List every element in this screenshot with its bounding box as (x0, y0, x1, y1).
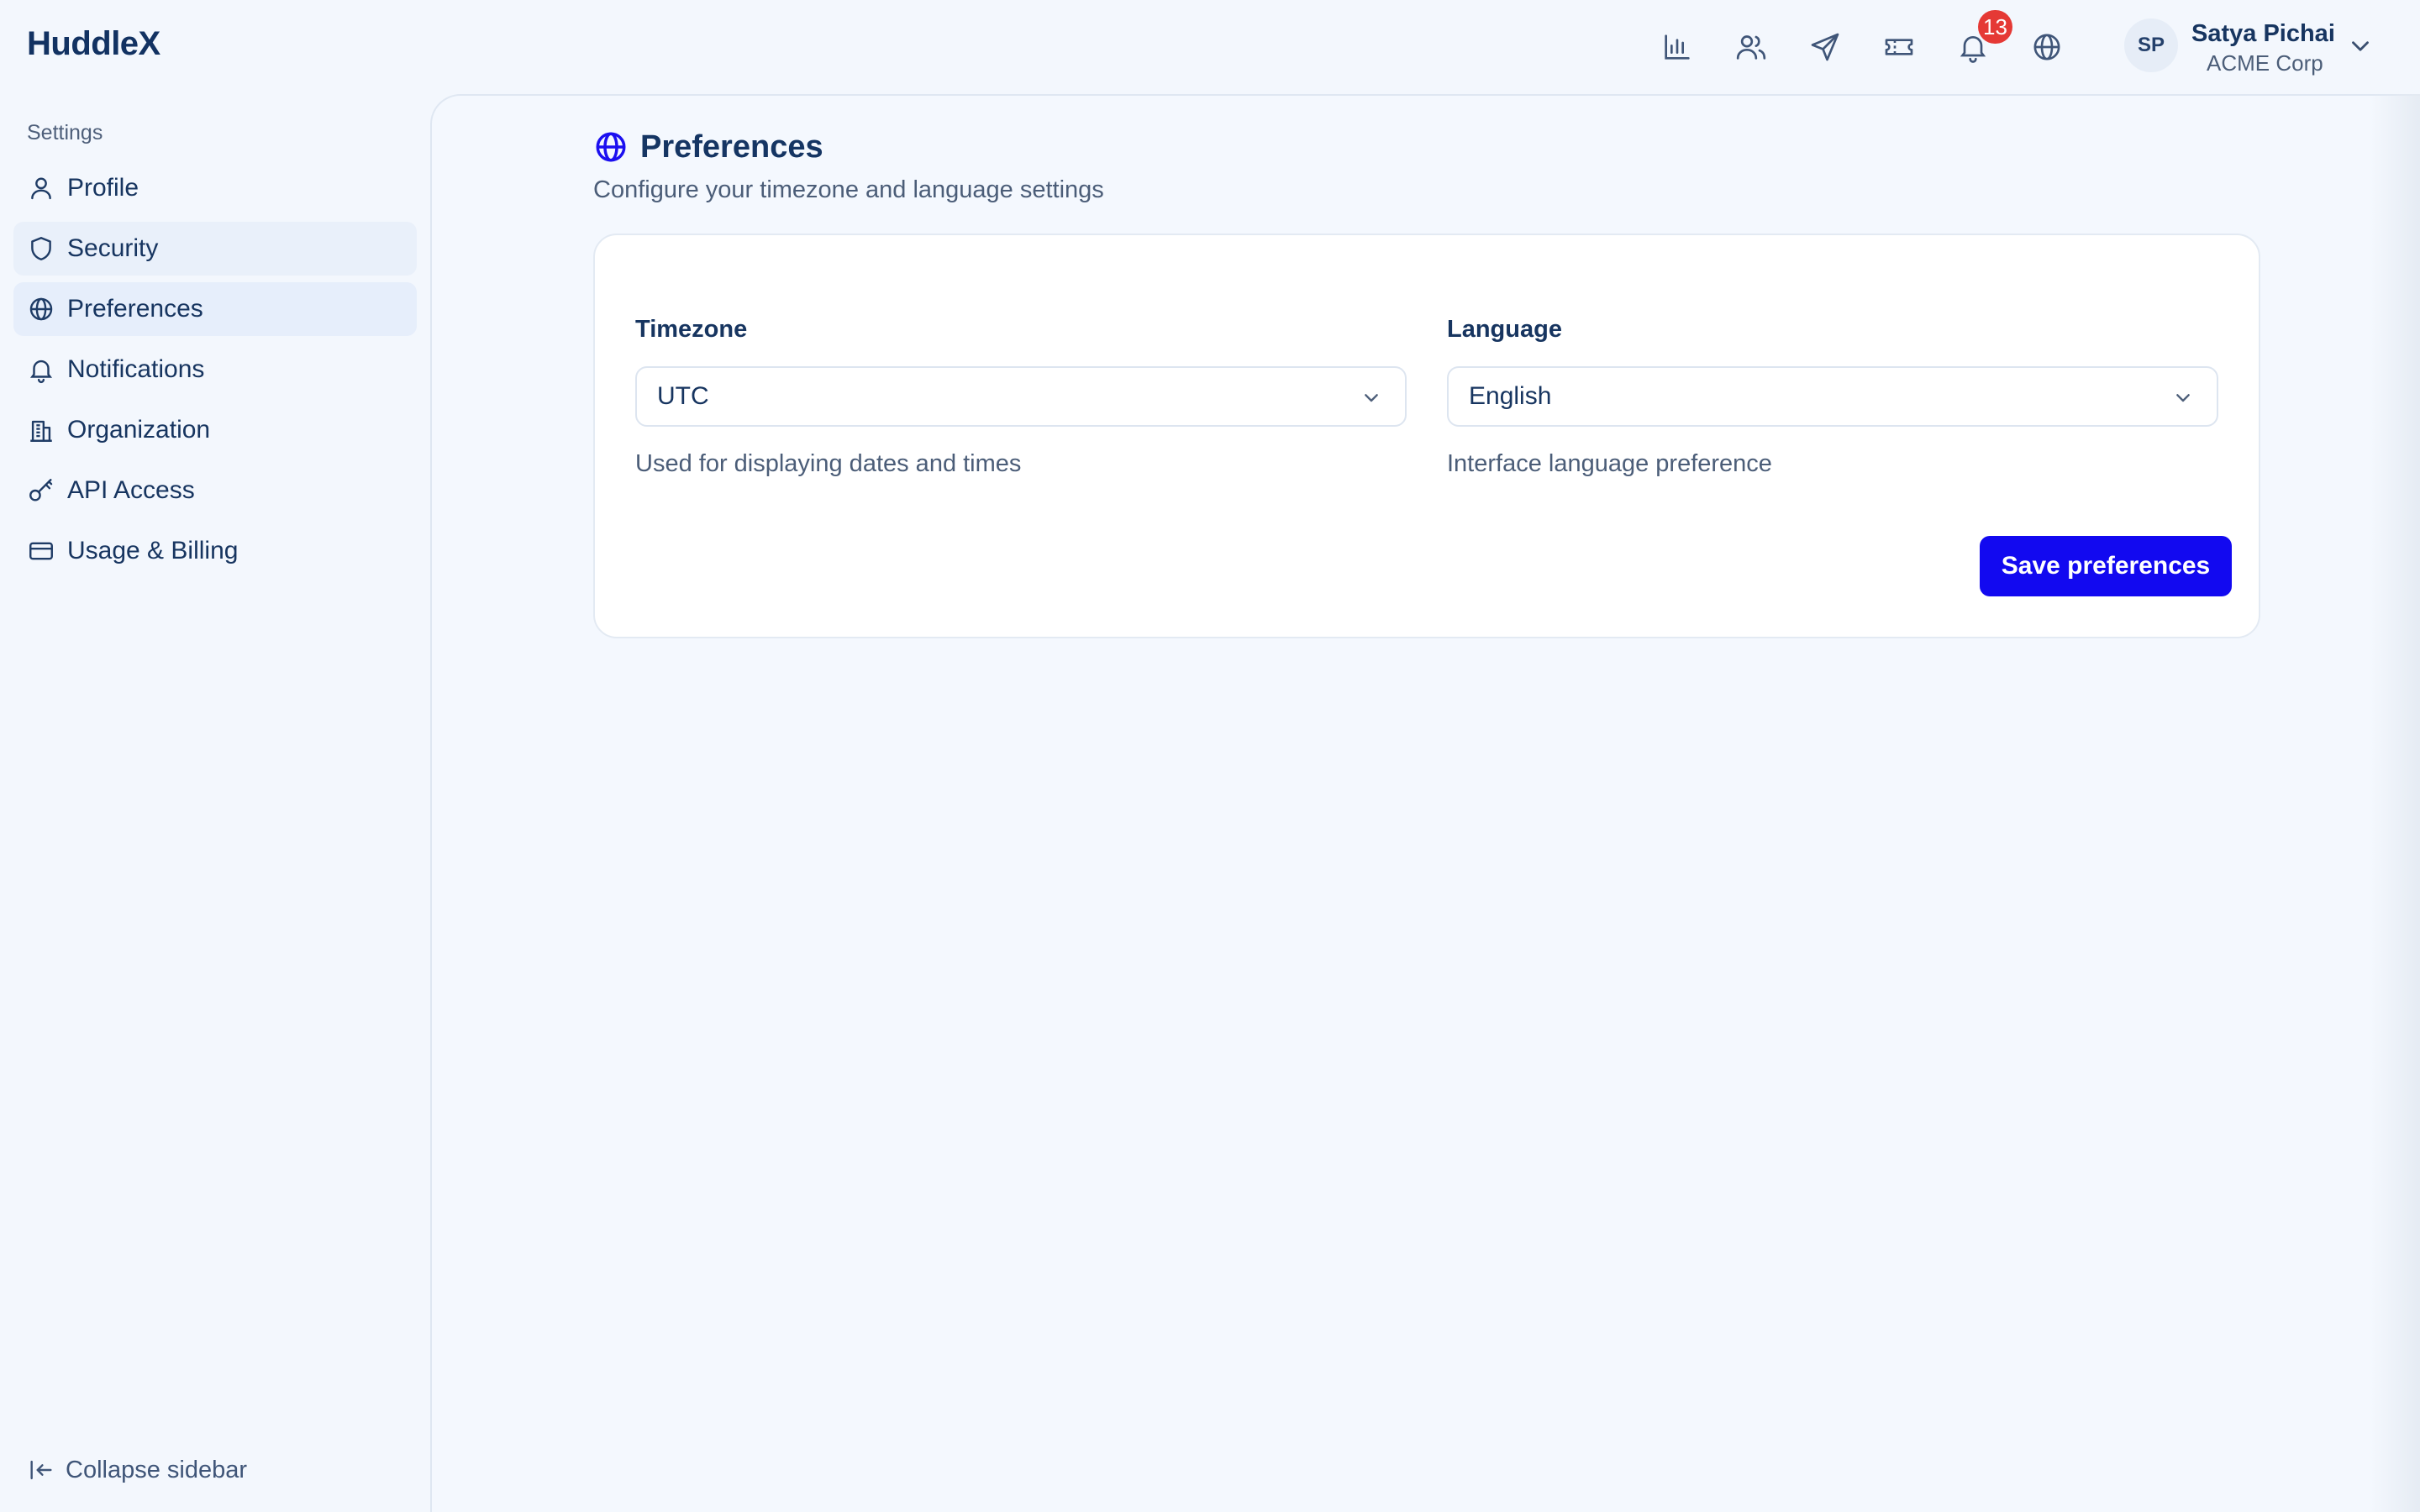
settings-sidebar: Settings Profile Security Preferences No… (0, 94, 430, 1512)
user-menu[interactable]: SP Satya Pichai ACME Corp (2124, 18, 2376, 76)
globe-icon[interactable] (2025, 25, 2069, 69)
building-icon (27, 416, 55, 444)
globe-icon (593, 129, 629, 165)
avatar: SP (2124, 18, 2178, 72)
sidebar-item-security[interactable]: Security (13, 222, 417, 276)
sidebar-item-label: Organization (67, 416, 211, 444)
key-icon (27, 476, 55, 505)
sidebar-item-profile[interactable]: Profile (13, 161, 417, 215)
scroll-shadow (2370, 94, 2420, 1512)
user-icon (27, 174, 55, 202)
collapse-sidebar-label: Collapse sidebar (66, 1456, 248, 1483)
sidebar-item-organization[interactable]: Organization (13, 403, 417, 457)
language-label: Language (1447, 316, 1562, 343)
chevron-down-icon[interactable] (2346, 32, 2375, 60)
chevron-down-icon (2176, 394, 2190, 402)
sidebar-item-label: Profile (67, 174, 139, 202)
sidebar-item-usage-billing[interactable]: Usage & Billing (13, 524, 417, 578)
sidebar-item-label: Preferences (67, 295, 203, 323)
users-icon[interactable] (1729, 25, 1773, 69)
sidebar-heading: Settings (27, 121, 103, 144)
sidebar-item-label: API Access (67, 476, 195, 504)
timezone-select[interactable]: UTC (635, 366, 1407, 427)
main-content: Preferences Configure your timezone and … (430, 94, 2420, 1512)
sidebar-item-notifications[interactable]: Notifications (13, 343, 417, 396)
shield-icon (27, 234, 55, 263)
bell-icon (27, 355, 55, 384)
app-root: HuddleX 13 SP Satya Pichai ACME Corp Set… (0, 0, 2420, 1512)
page-title-row: Preferences (593, 126, 823, 168)
collapse-sidebar-button[interactable]: Collapse sidebar (27, 1452, 247, 1488)
collapse-arrow-icon (27, 1456, 55, 1484)
language-value: English (1469, 382, 1552, 410)
brand-logo[interactable]: HuddleX (27, 25, 160, 63)
language-hint: Interface language preference (1447, 450, 1772, 477)
sidebar-item-label: Security (67, 234, 159, 262)
sidebar-item-api-access[interactable]: API Access (13, 464, 417, 517)
top-header: HuddleX 13 SP Satya Pichai ACME Corp (0, 0, 2420, 94)
timezone-hint: Used for displaying dates and times (635, 450, 1022, 477)
send-icon[interactable] (1803, 25, 1847, 69)
sidebar-item-label: Usage & Billing (67, 537, 239, 564)
user-name: Satya Pichai (2191, 20, 2335, 47)
sidebar-item-preferences[interactable]: Preferences (13, 282, 417, 336)
language-select[interactable]: English (1447, 366, 2218, 427)
page-title: Preferences (640, 129, 823, 165)
timezone-label: Timezone (635, 316, 748, 343)
timezone-value: UTC (657, 382, 709, 410)
credit-card-icon (27, 537, 55, 565)
notification-count-badge: 13 (1978, 10, 2012, 44)
page-subtitle: Configure your timezone and language set… (593, 176, 1104, 203)
sidebar-item-label: Notifications (67, 355, 205, 383)
globe-icon (27, 295, 55, 323)
bar-chart-icon[interactable] (1655, 25, 1699, 69)
chevron-down-icon (1365, 394, 1378, 402)
preferences-card: Timezone UTC Used for displaying dates a… (593, 234, 2260, 638)
ticket-icon[interactable] (1877, 25, 1921, 69)
save-preferences-button[interactable]: Save preferences (1980, 536, 2232, 596)
user-org: ACME Corp (2207, 50, 2323, 76)
